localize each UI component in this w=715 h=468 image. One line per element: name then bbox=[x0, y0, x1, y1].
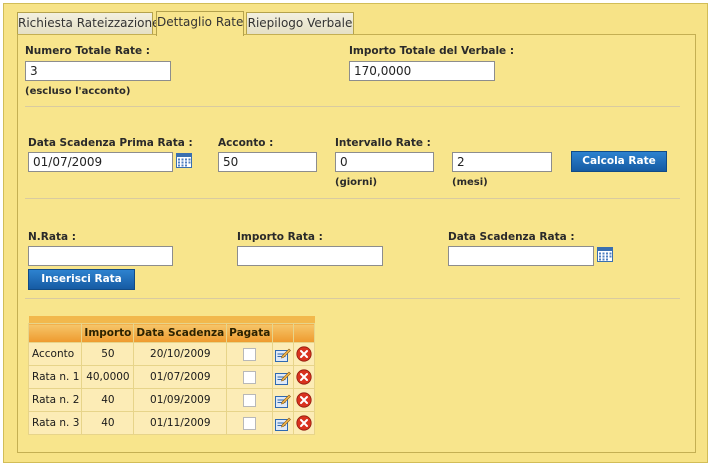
separator bbox=[25, 106, 680, 107]
pagata-checkbox[interactable] bbox=[243, 347, 257, 361]
dettaglio-rate-panel: Numero Totale Rate : (escluso l'acconto)… bbox=[17, 34, 696, 453]
edit-icon[interactable] bbox=[275, 370, 292, 385]
rata-scadenza-cell: 01/09/2009 bbox=[133, 388, 228, 412]
col-header-pagata: Pagata bbox=[226, 323, 274, 343]
edit-cell bbox=[272, 388, 295, 412]
intervallo-giorni-input[interactable] bbox=[335, 152, 434, 172]
delete-icon[interactable] bbox=[296, 346, 312, 362]
numero-totale-rate-label: Numero Totale Rate : bbox=[25, 45, 151, 57]
table-row: Rata n. 2 40 01/09/2009 bbox=[27, 388, 316, 412]
rata-importo-cell: 40,0000 bbox=[81, 365, 135, 389]
rata-scadenza-cell: 20/10/2009 bbox=[133, 342, 228, 366]
escluso-acconto-note: (escluso l'acconto) bbox=[25, 86, 131, 97]
rates-table: Importo Data Scadenza Pagata Acconto 50 … bbox=[27, 316, 316, 435]
data-scadenza-prima-rata-input[interactable] bbox=[28, 152, 173, 172]
pagata-cell bbox=[226, 365, 274, 389]
importo-rata-input[interactable] bbox=[237, 246, 383, 266]
importo-totale-label: Importo Totale del Verbale : bbox=[349, 45, 515, 57]
rata-importo-cell: 40 bbox=[81, 388, 135, 412]
delete-cell bbox=[293, 388, 316, 412]
separator bbox=[25, 198, 680, 199]
delete-icon[interactable] bbox=[296, 392, 312, 408]
rata-name-cell: Rata n. 1 bbox=[27, 365, 83, 389]
data-scadenza-rata-label: Data Scadenza Rata : bbox=[448, 231, 575, 243]
numero-totale-rate-input[interactable] bbox=[25, 61, 171, 81]
pagata-checkbox[interactable] bbox=[243, 393, 257, 407]
n-rata-label: N.Rata : bbox=[28, 231, 76, 243]
rata-scadenza-cell: 01/07/2009 bbox=[133, 365, 228, 389]
rata-importo-cell: 40 bbox=[81, 411, 135, 435]
rata-name-cell: Acconto bbox=[27, 342, 83, 366]
table-header-row: Importo Data Scadenza Pagata bbox=[27, 323, 316, 343]
edit-cell bbox=[272, 342, 295, 366]
intervallo-mesi-input[interactable] bbox=[452, 152, 552, 172]
delete-cell bbox=[293, 365, 316, 389]
tab-dettaglio-rate[interactable]: Dettaglio Rate bbox=[156, 11, 244, 36]
rata-name-cell: Rata n. 3 bbox=[27, 411, 83, 435]
rata-scadenza-cell: 01/11/2009 bbox=[133, 411, 228, 435]
rata-name-cell: Rata n. 2 bbox=[27, 388, 83, 412]
edit-cell bbox=[272, 411, 295, 435]
col-header-data-scadenza: Data Scadenza bbox=[133, 323, 228, 343]
calendar-icon[interactable] bbox=[176, 153, 192, 168]
edit-icon[interactable] bbox=[275, 416, 292, 431]
edit-cell bbox=[272, 365, 295, 389]
importo-totale-input[interactable] bbox=[349, 61, 495, 81]
tab-richiesta-rateizzazione[interactable]: Richiesta Rateizzazione bbox=[17, 12, 159, 35]
acconto-input[interactable] bbox=[218, 152, 317, 172]
edit-icon[interactable] bbox=[275, 347, 292, 362]
delete-cell bbox=[293, 342, 316, 366]
rata-importo-cell: 50 bbox=[81, 342, 135, 366]
data-scadenza-prima-rata-label: Data Scadenza Prima Rata : bbox=[28, 137, 193, 149]
pagata-checkbox[interactable] bbox=[243, 416, 257, 430]
col-header-name bbox=[27, 323, 83, 343]
pagata-cell bbox=[226, 411, 274, 435]
tab-riepilogo-verbale[interactable]: Riepilogo Verbale bbox=[246, 12, 354, 35]
inserisci-rata-button[interactable]: Inserisci Rata bbox=[28, 269, 135, 290]
calcola-rate-button[interactable]: Calcola Rate bbox=[571, 151, 667, 172]
edit-icon[interactable] bbox=[275, 393, 292, 408]
table-row: Acconto 50 20/10/2009 bbox=[27, 342, 316, 366]
table-row: Rata n. 3 40 01/11/2009 bbox=[27, 411, 316, 435]
table-row: Rata n. 1 40,0000 01/07/2009 bbox=[27, 365, 316, 389]
importo-rata-label: Importo Rata : bbox=[237, 231, 323, 243]
delete-icon[interactable] bbox=[296, 369, 312, 385]
giorni-unit-label: (giorni) bbox=[335, 177, 378, 188]
col-header-edit bbox=[272, 323, 295, 343]
delete-icon[interactable] bbox=[296, 415, 312, 431]
mesi-unit-label: (mesi) bbox=[452, 177, 488, 188]
col-header-importo: Importo bbox=[81, 323, 135, 343]
calendar-icon[interactable] bbox=[597, 247, 613, 262]
n-rata-input[interactable] bbox=[28, 246, 173, 266]
separator bbox=[25, 298, 680, 299]
pagata-cell bbox=[226, 342, 274, 366]
pagata-cell bbox=[226, 388, 274, 412]
acconto-label: Acconto : bbox=[218, 137, 274, 149]
col-header-delete bbox=[293, 323, 316, 343]
intervallo-rate-label: Intervallo Rate : bbox=[335, 137, 431, 149]
data-scadenza-rata-input[interactable] bbox=[448, 246, 594, 266]
delete-cell bbox=[293, 411, 316, 435]
pagata-checkbox[interactable] bbox=[243, 370, 257, 384]
